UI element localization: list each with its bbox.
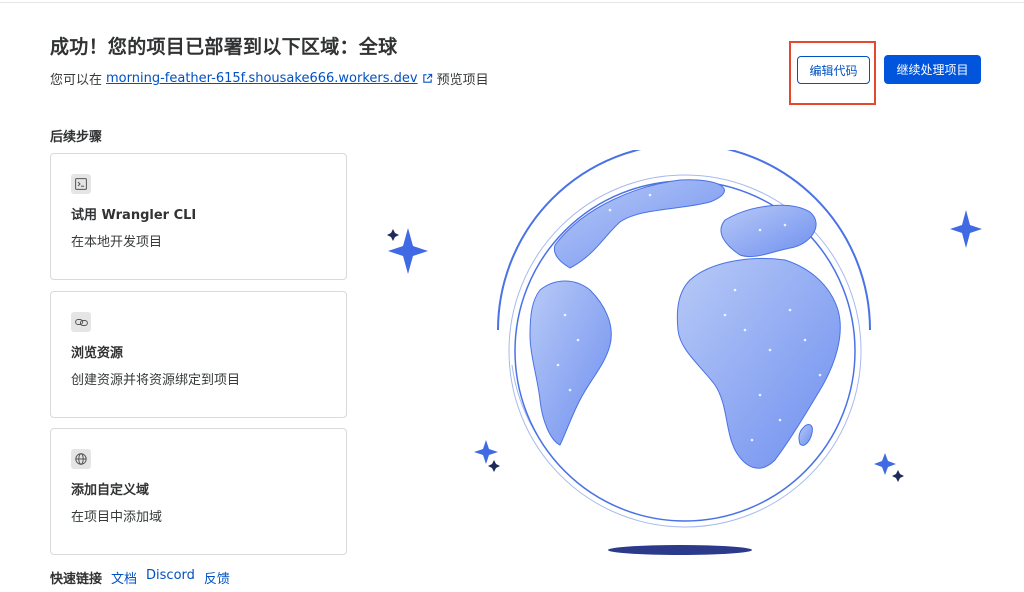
preview-line: 您可以在 morning-feather-615f.shousake666.wo…: [50, 69, 489, 88]
edit-code-button[interactable]: 编辑代码: [797, 56, 870, 84]
next-steps-heading: 后续步骤: [50, 130, 103, 145]
page-title: 成功！您的项目已部署到以下区域：全球: [50, 36, 398, 58]
card-wrangler-cli[interactable]: 试用 Wrangler CLI 在本地开发项目: [50, 153, 347, 280]
card-title: 浏览资源: [71, 346, 124, 361]
link-icon: [71, 312, 91, 332]
link-feedback[interactable]: 反馈: [204, 568, 230, 587]
quick-links: 快速链接 文档 Discord 反馈: [50, 568, 230, 587]
card-custom-domain[interactable]: 添加自定义域 在项目中添加域: [50, 428, 347, 555]
card-description: 在项目中添加域: [71, 510, 163, 525]
external-link-icon[interactable]: [422, 73, 433, 84]
continue-project-button[interactable]: 继续处理项目: [884, 55, 981, 84]
globe-illustration: [387, 150, 982, 555]
card-description: 在本地开发项目: [71, 235, 163, 250]
link-docs[interactable]: 文档: [111, 568, 137, 587]
page-header: 成功！您的项目已部署到以下区域：全球 您可以在 morning-feather-…: [50, 32, 489, 88]
globe-shadow: [608, 545, 752, 555]
card-description: 创建资源并将资源绑定到项目: [71, 373, 241, 388]
card-title: 试用 Wrangler CLI: [71, 208, 197, 223]
preview-link[interactable]: morning-feather-615f.shousake666.workers…: [106, 71, 418, 86]
preview-suffix: 预览项目: [436, 73, 489, 88]
card-browse-resources[interactable]: 浏览资源 创建资源并将资源绑定到项目: [50, 291, 347, 418]
quick-links-label: 快速链接: [50, 572, 103, 587]
terminal-icon: [71, 174, 91, 194]
card-title: 添加自定义域: [71, 483, 150, 498]
preview-prefix: 您可以在: [50, 73, 103, 88]
link-discord[interactable]: Discord: [146, 568, 195, 587]
top-divider: [0, 2, 1024, 3]
globe-icon: [71, 449, 91, 469]
